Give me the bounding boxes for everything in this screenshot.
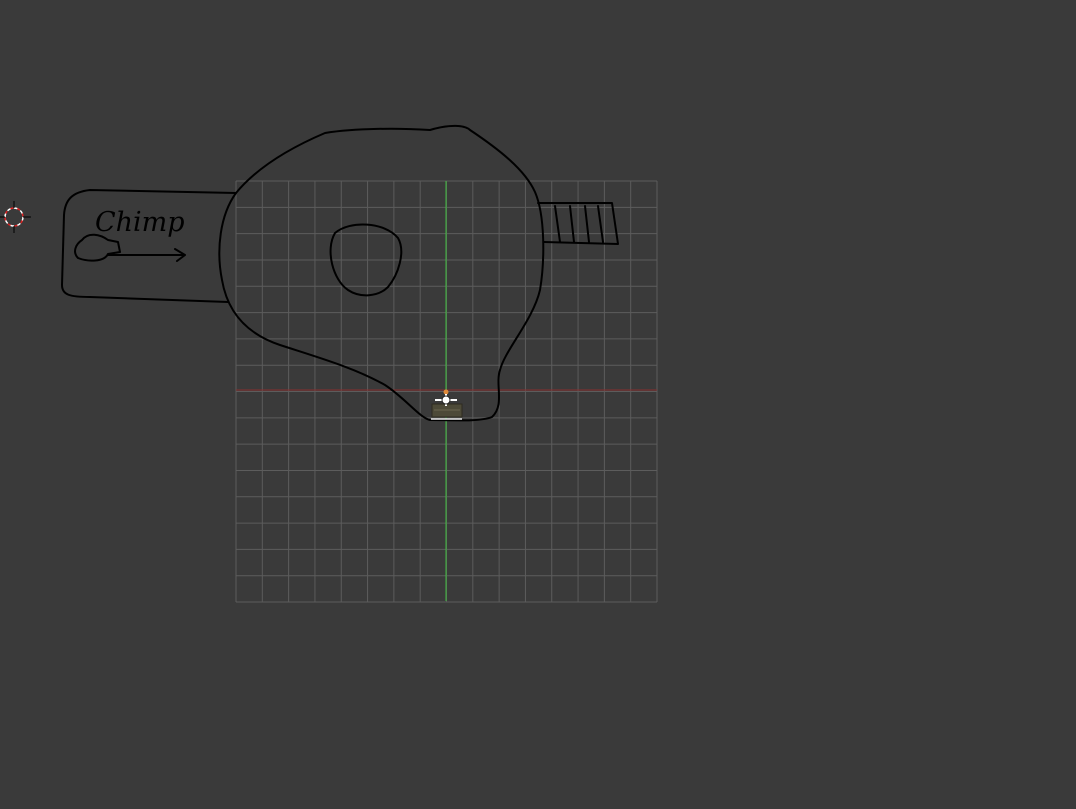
sketch-main-blob [218, 124, 545, 422]
scene-viewport[interactable]: Chimp [0, 0, 1076, 809]
sketch-arrow-head-blob [74, 233, 121, 262]
sketch-label-text: Chimp [95, 207, 185, 238]
drawing-sketch [61, 124, 619, 422]
cursor-3d-icon[interactable] [0, 201, 31, 233]
